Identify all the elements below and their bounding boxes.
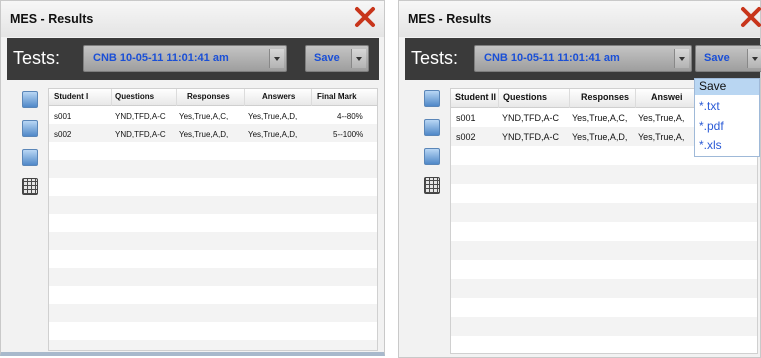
table-row bbox=[451, 336, 757, 353]
table-row bbox=[451, 184, 757, 204]
title-bar: MES - Results bbox=[399, 1, 761, 37]
chart-icon[interactable] bbox=[22, 91, 38, 108]
column-header[interactable]: Questions bbox=[115, 92, 175, 101]
table-row bbox=[49, 286, 377, 305]
table-row bbox=[451, 241, 757, 261]
menu-item-txt[interactable]: *.txt bbox=[695, 99, 759, 117]
window-title: MES - Results bbox=[408, 12, 492, 26]
table-row bbox=[49, 214, 377, 233]
results-window-right: MES - Results Tests: CNB 10-05-11 11:01:… bbox=[398, 0, 761, 358]
table-row bbox=[451, 222, 757, 242]
chevron-down-icon[interactable] bbox=[269, 49, 284, 68]
menu-item-pdf[interactable]: *.pdf bbox=[695, 119, 759, 137]
toolbar: Tests: CNB 10-05-11 11:01:41 am Save bbox=[405, 38, 761, 80]
grid-icon[interactable] bbox=[424, 177, 440, 194]
column-header[interactable]: Student II bbox=[455, 92, 498, 102]
tests-label: Tests: bbox=[13, 48, 61, 68]
save-select[interactable]: Save bbox=[695, 45, 761, 72]
table-row bbox=[49, 322, 377, 341]
bar-chart-icon[interactable] bbox=[424, 119, 440, 136]
test-select-value: CNB 10-05-11 11:01:41 am bbox=[484, 52, 620, 64]
table-cell: YND,TFD,A-C bbox=[115, 130, 166, 139]
chevron-down-icon[interactable] bbox=[351, 49, 366, 68]
report-icon[interactable] bbox=[424, 148, 440, 165]
column-header[interactable]: Responses bbox=[187, 92, 243, 101]
test-select[interactable]: CNB 10-05-11 11:01:41 am bbox=[83, 45, 287, 72]
report-icon[interactable] bbox=[22, 149, 38, 166]
menu-item-xls[interactable]: *.xls bbox=[695, 138, 759, 156]
column-header[interactable]: Final Mark bbox=[317, 92, 377, 101]
column-header[interactable]: Responses bbox=[581, 92, 635, 102]
table-cell: Yes,True,A,D, bbox=[179, 130, 229, 139]
table-row bbox=[49, 250, 377, 269]
table-row bbox=[49, 160, 377, 179]
toolbar: Tests: CNB 10-05-11 11:01:41 am Save bbox=[7, 38, 379, 80]
table-cell: YND,TFD,A-C bbox=[502, 132, 559, 142]
table-row bbox=[451, 317, 757, 337]
column-header[interactable]: Student I bbox=[54, 92, 110, 101]
tests-label: Tests: bbox=[411, 48, 459, 68]
close-icon[interactable] bbox=[740, 6, 761, 28]
chevron-down-icon[interactable] bbox=[747, 49, 761, 68]
table-row bbox=[49, 178, 377, 197]
chart-icon[interactable] bbox=[424, 90, 440, 107]
save-button[interactable]: Save bbox=[704, 52, 730, 64]
table-row bbox=[49, 232, 377, 251]
table-row bbox=[49, 340, 377, 350]
save-select[interactable]: Save bbox=[305, 45, 369, 72]
results-window-left: MES - Results Tests: CNB 10-05-11 11:01:… bbox=[0, 0, 385, 356]
table-cell: Yes,True,A,D, bbox=[572, 132, 628, 142]
save-menu: Save *.txt *.pdf *.xls bbox=[694, 78, 760, 157]
table-cell: s002 bbox=[456, 132, 476, 142]
table-cell: 5--100% bbox=[333, 130, 364, 139]
grid-icon[interactable] bbox=[22, 178, 38, 195]
table-cell: YND,TFD,A-C bbox=[502, 113, 559, 123]
table-cell: s001 bbox=[456, 113, 476, 123]
bar-chart-icon[interactable] bbox=[22, 120, 38, 137]
table-cell: s001 bbox=[54, 112, 72, 121]
table-cell: s002 bbox=[54, 130, 72, 139]
table-cell: 4--80% bbox=[337, 112, 363, 121]
window-title: MES - Results bbox=[10, 12, 94, 26]
menu-item-save[interactable]: Save bbox=[695, 79, 759, 95]
table-cell: Yes,True,A, bbox=[638, 132, 685, 142]
table-row bbox=[49, 304, 377, 323]
table-cell: YND,TFD,A-C bbox=[115, 112, 166, 121]
table-row bbox=[451, 260, 757, 280]
table-row bbox=[451, 279, 757, 299]
table-row bbox=[49, 142, 377, 161]
table-row bbox=[451, 203, 757, 223]
results-table: Student I Questions Responses Answers Fi… bbox=[48, 88, 378, 351]
column-header[interactable]: Questions bbox=[503, 92, 567, 102]
table-cell: Yes,True,A,D, bbox=[248, 112, 298, 121]
table-row bbox=[451, 298, 757, 318]
table-cell: Yes,True,A,C, bbox=[572, 113, 628, 123]
chevron-down-icon[interactable] bbox=[674, 49, 689, 68]
column-header[interactable]: Answers bbox=[262, 92, 310, 101]
table-cell: Yes,True,A,C, bbox=[179, 112, 229, 121]
table-cell: Yes,True,A,D, bbox=[248, 130, 298, 139]
table-cell: Yes,True,A, bbox=[638, 113, 685, 123]
test-select-value: CNB 10-05-11 11:01:41 am bbox=[93, 52, 229, 64]
save-button[interactable]: Save bbox=[314, 52, 340, 64]
table-row bbox=[451, 165, 757, 185]
title-bar: MES - Results bbox=[1, 1, 384, 37]
table-row bbox=[49, 268, 377, 287]
close-icon[interactable] bbox=[354, 6, 376, 28]
table-row bbox=[49, 196, 377, 215]
test-select[interactable]: CNB 10-05-11 11:01:41 am bbox=[474, 45, 692, 72]
